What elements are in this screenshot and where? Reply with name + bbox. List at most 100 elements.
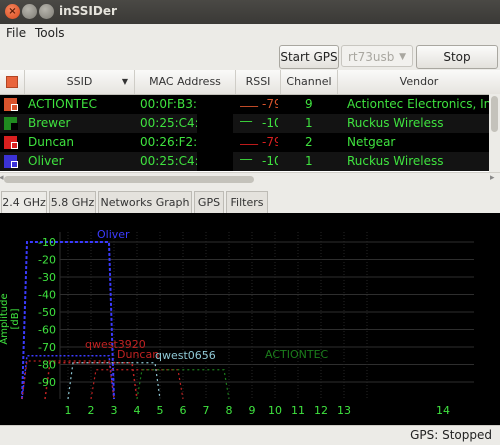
y-tick-label: -20 bbox=[38, 254, 56, 267]
vendor-cell: Ruckus Wireless bbox=[347, 116, 444, 130]
ssid-cell: ACTIONTEC bbox=[28, 97, 97, 111]
minimize-window-button[interactable] bbox=[22, 4, 37, 19]
x-tick-label: 11 bbox=[291, 404, 305, 417]
y-tick-label: -50 bbox=[38, 306, 56, 319]
window-title: inSSIDer bbox=[59, 4, 117, 18]
table-horizontal-scrollbar[interactable]: ◂ ▸ bbox=[0, 172, 500, 186]
x-tick-label: 7 bbox=[203, 404, 210, 417]
curve-label: ACTIONTEC bbox=[265, 348, 329, 361]
redacted-block bbox=[197, 95, 233, 114]
scroll-right-icon[interactable]: ▸ bbox=[490, 173, 495, 183]
checkbox-icon bbox=[11, 123, 18, 130]
y-tick-label: -60 bbox=[38, 324, 56, 337]
checkbox-icon bbox=[11, 142, 18, 149]
start-gps-button[interactable]: Start GPS bbox=[279, 45, 339, 69]
close-window-button[interactable]: × bbox=[5, 4, 20, 19]
rssi-cell: -79 bbox=[262, 97, 278, 111]
rssi-cell: -10 bbox=[262, 116, 278, 130]
channel-cell: 2 bbox=[305, 135, 313, 149]
graph-grid bbox=[59, 232, 474, 399]
channel-cell: 9 bbox=[305, 97, 313, 111]
mac-cell: 00:0F:B3:6 bbox=[140, 97, 197, 111]
x-tick-label: 9 bbox=[249, 404, 256, 417]
ssid-cell: Oliver bbox=[28, 154, 64, 168]
redacted-block bbox=[197, 114, 233, 133]
row-color-swatch[interactable] bbox=[4, 117, 18, 130]
tab-2-4-ghz[interactable]: 2.4 GHz bbox=[1, 191, 47, 214]
tab-gps[interactable]: GPS bbox=[194, 191, 224, 213]
vendor-cell: Actiontec Electronics, Inc bbox=[347, 97, 497, 111]
y-tick-label: -90 bbox=[38, 376, 56, 389]
x-tick-label: 8 bbox=[226, 404, 233, 417]
color-swatch-icon bbox=[6, 76, 18, 88]
row-color-swatch[interactable] bbox=[4, 136, 18, 149]
x-tick-label: 4 bbox=[134, 404, 141, 417]
column-header-channel[interactable]: Channel bbox=[281, 70, 338, 94]
vendor-cell: Ruckus Wireless bbox=[347, 154, 444, 168]
tab-networks-graph[interactable]: Networks Graph bbox=[98, 191, 192, 213]
amplitude-graph: Amplitude [dB] -10 -20 -30 -40 -50 -60 -70 -80-… bbox=[0, 213, 500, 425]
adapter-value: rt73usb bbox=[348, 50, 395, 64]
row-color-swatch[interactable] bbox=[4, 155, 18, 168]
maximize-window-button[interactable] bbox=[39, 4, 54, 19]
select-all-header[interactable] bbox=[0, 70, 25, 94]
y-tick-label: -80 bbox=[38, 359, 56, 372]
mac-cell: 00:25:C4:2 bbox=[140, 154, 197, 168]
mac-cell: 00:26:F2:F bbox=[140, 135, 197, 149]
scroll-left-icon[interactable]: ◂ bbox=[0, 173, 4, 183]
column-header-ssid[interactable]: SSID ▼ bbox=[25, 70, 135, 94]
y-tick-label: -40 bbox=[38, 289, 56, 302]
tab-5-8-ghz[interactable]: 5.8 GHz bbox=[49, 191, 96, 213]
x-tick-label: 12 bbox=[314, 404, 328, 417]
x-tick-label: 6 bbox=[180, 404, 187, 417]
column-header-vendor[interactable]: Vendor bbox=[338, 70, 500, 94]
tab-bar: 2.4 GHz 5.8 GHz Networks Graph GPS Filte… bbox=[0, 191, 500, 214]
ssid-cell: Brewer bbox=[28, 116, 71, 130]
column-header-mac[interactable]: MAC Address bbox=[135, 70, 236, 94]
vendor-cell: Netgear bbox=[347, 135, 396, 149]
scrollbar-thumb[interactable] bbox=[491, 96, 498, 132]
y-tick-labels: -10 -20 -30 -40 -50 -60 -70 -80 -90 bbox=[38, 236, 56, 389]
y-tick-label: -10 bbox=[38, 236, 56, 249]
tab-filters[interactable]: Filters bbox=[226, 191, 268, 213]
rssi-cell: -79 bbox=[262, 135, 278, 149]
adapter-select[interactable]: rt73usb ▼ bbox=[341, 45, 413, 67]
scrollbar-thumb[interactable] bbox=[4, 176, 254, 183]
redacted-block bbox=[197, 133, 233, 152]
row-color-swatch[interactable] bbox=[4, 98, 18, 111]
x-tick-label: 14 bbox=[436, 404, 450, 417]
table-vertical-scrollbar[interactable] bbox=[489, 94, 500, 172]
checkbox-icon bbox=[11, 161, 18, 168]
x-tick-label: 3 bbox=[111, 404, 118, 417]
chevron-down-icon: ▼ bbox=[399, 52, 406, 62]
x-tick-label: 13 bbox=[337, 404, 351, 417]
title-bar: × inSSIDer bbox=[0, 0, 500, 25]
mac-cell: 00:25:C4:6 bbox=[140, 116, 197, 130]
menu-file[interactable]: File bbox=[6, 26, 26, 40]
status-bar: GPS: Stopped bbox=[0, 425, 500, 445]
channel-cell: 1 bbox=[305, 154, 313, 168]
table-row[interactable]: Oliver 00:25:C4:2 __ -10 1 Ruckus Wirele… bbox=[0, 146, 500, 171]
y-tick-label: -70 bbox=[38, 341, 56, 354]
rssi-sparkline: __ bbox=[240, 108, 252, 122]
x-tick-label: 5 bbox=[157, 404, 164, 417]
curve-label: Oliver bbox=[97, 228, 130, 241]
signal-curve bbox=[44, 362, 138, 400]
y-tick-label: -30 bbox=[38, 271, 56, 284]
sort-arrow-icon: ▼ bbox=[121, 77, 128, 86]
network-table: SSID ▼ MAC Address RSSI Channel Vendor A… bbox=[0, 70, 500, 172]
checkbox-icon bbox=[11, 104, 18, 111]
gps-status: GPS: Stopped bbox=[410, 428, 492, 442]
menu-tools[interactable]: Tools bbox=[35, 26, 65, 40]
x-tick-labels: 1 2 3 4 5 6 7 8 9 10 11 12 13 14 bbox=[65, 404, 451, 417]
redacted-block bbox=[197, 152, 233, 171]
stop-network-button[interactable]: Stop Network bbox=[416, 45, 498, 86]
curve-label: Duncan bbox=[117, 348, 159, 361]
curve-label: qwest0656 bbox=[155, 349, 216, 362]
x-tick-label: 1 bbox=[65, 404, 72, 417]
x-tick-label: 10 bbox=[268, 404, 282, 417]
channel-cell: 1 bbox=[305, 116, 313, 130]
graph-canvas: -10-20-30-40-50-60-70-80-90 1 2 3 4 5 6 7 8 9 10 1… bbox=[21, 228, 474, 417]
menu-bar: File Tools bbox=[0, 24, 500, 43]
x-tick-label: 2 bbox=[88, 404, 95, 417]
